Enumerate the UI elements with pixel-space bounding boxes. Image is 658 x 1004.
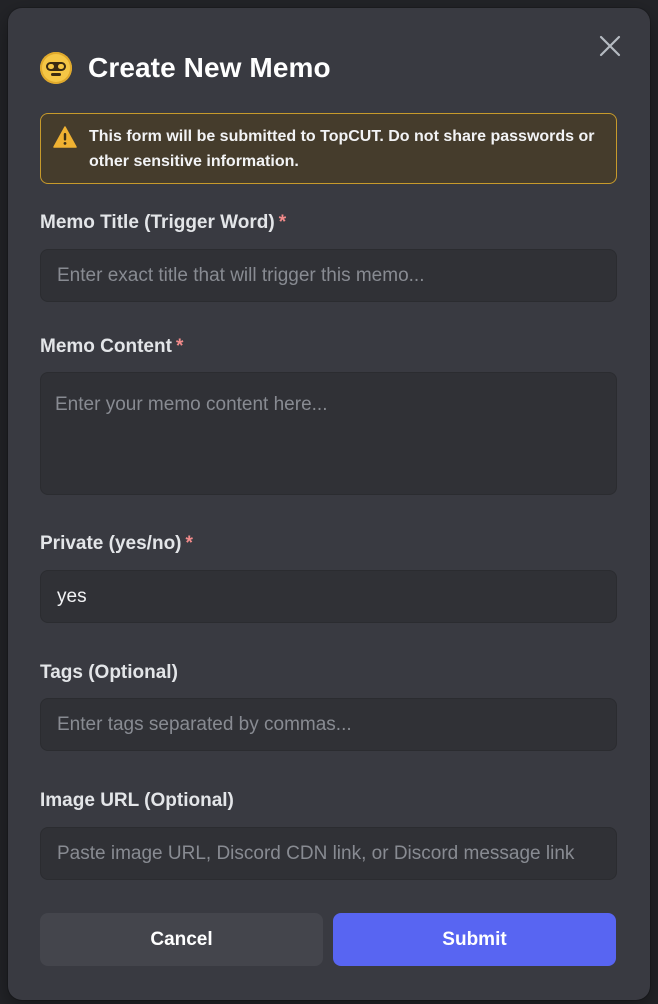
close-icon [599,35,621,57]
memo-content-textarea[interactable] [40,372,617,495]
warning-text: This form will be submitted to TopCUT. D… [89,128,595,170]
cancel-button[interactable]: Cancel [40,913,323,966]
private-input[interactable] [40,570,617,623]
warning-banner: This form will be submitted to TopCUT. D… [40,113,617,184]
sloth-face-icon [40,52,72,84]
memo-title-input[interactable] [40,249,617,302]
required-asterisk: * [278,212,287,233]
required-asterisk: * [175,336,184,357]
close-button[interactable] [596,32,624,60]
tags-label: Tags (Optional) [40,662,178,683]
modal-title: Create New Memo [88,52,331,83]
create-memo-modal: Create New Memo This form will be submit… [8,8,650,1000]
memo-title-label: Memo Title (Trigger Word) * [40,212,287,233]
submit-button[interactable]: Submit [333,913,616,966]
image-url-label: Image URL (Optional) [40,790,234,811]
memo-content-label: Memo Content * [40,336,184,357]
required-asterisk: * [185,533,193,554]
modal-header: Create New Memo [40,46,331,90]
tags-input[interactable] [40,698,617,751]
image-url-input[interactable] [40,827,617,880]
private-label: Private (yes/no) * [40,533,193,554]
warning-triangle-icon [53,126,77,148]
